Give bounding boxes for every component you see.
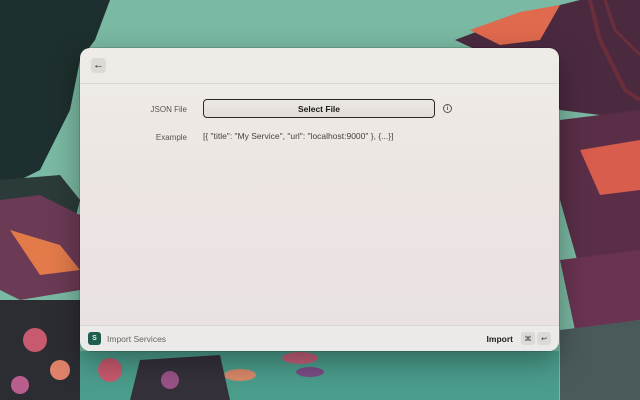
command-key-icon: ⌘ <box>521 332 535 345</box>
import-button[interactable]: Import <box>487 334 513 344</box>
footer-title: Import Services <box>107 334 167 344</box>
select-file-button[interactable]: Select File <box>203 99 435 118</box>
footer-bar: S Import Services Import ⌘ ↩ <box>80 325 559 351</box>
info-icon[interactable]: i <box>443 104 452 113</box>
example-label: Example <box>155 133 187 142</box>
back-button[interactable]: ← <box>91 58 106 73</box>
window-toolbar: ← <box>80 48 559 84</box>
arrow-left-icon: ← <box>93 59 104 71</box>
import-services-window: ← JSON File Select File i Example [{ "ti… <box>80 48 559 351</box>
example-value: [{ "title": "My Service", "url": "localh… <box>203 131 394 141</box>
app-logo-icon: S <box>88 332 101 345</box>
return-key-icon: ↩ <box>537 332 551 345</box>
json-file-label: JSON File <box>150 105 187 114</box>
